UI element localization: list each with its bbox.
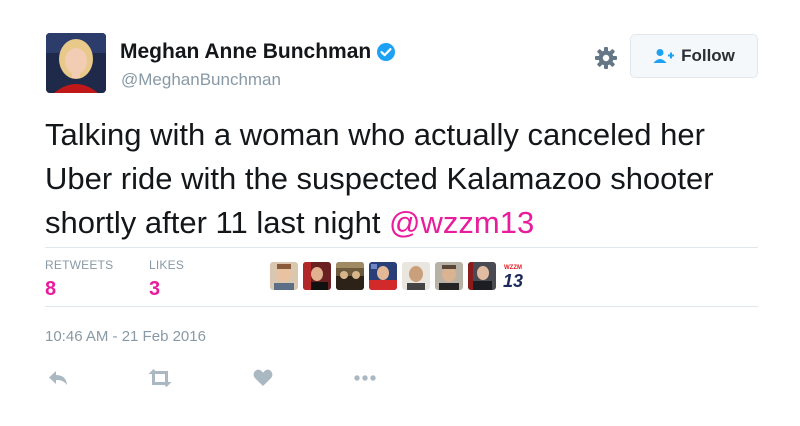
follow-button[interactable]: Follow [630, 34, 758, 78]
avatar[interactable] [46, 33, 106, 93]
retweet-icon [148, 369, 172, 387]
user-name-row: Meghan Anne Bunchman [120, 40, 396, 64]
heart-icon [253, 369, 273, 386]
user-handle[interactable]: @MeghanBunchman [121, 70, 281, 90]
tweet-text: Talking with a woman who actually cancel… [45, 113, 775, 245]
liker-avatar[interactable] [468, 262, 496, 290]
reply-button[interactable] [45, 365, 71, 391]
avatar-image [46, 33, 106, 93]
likes-count: 3 [149, 278, 161, 300]
liker-avatar[interactable] [435, 262, 463, 290]
likes-stat[interactable]: LIKES 3 [149, 258, 184, 301]
liker-avatar[interactable] [369, 262, 397, 290]
stats-bottom-divider [45, 306, 758, 307]
like-button[interactable] [250, 365, 276, 391]
mention-link[interactable]: @wzzm13 [389, 205, 534, 240]
follow-label: Follow [681, 46, 735, 65]
more-icon [354, 375, 376, 381]
logo-text-main: 13 [503, 271, 523, 290]
gear-icon[interactable] [594, 46, 618, 70]
liker-avatar[interactable] [402, 262, 430, 290]
reply-icon [49, 371, 67, 385]
retweets-label: RETWEETS [45, 258, 114, 272]
stats-top-divider [45, 247, 758, 248]
verified-badge-icon [376, 42, 396, 62]
liker-avatar[interactable] [303, 262, 331, 290]
retweets-stat[interactable]: RETWEETS 8 [45, 258, 113, 301]
retweets-count: 8 [45, 278, 57, 300]
liker-avatar[interactable] [336, 262, 364, 290]
more-button[interactable] [352, 365, 378, 391]
retweet-button[interactable] [147, 365, 173, 391]
liker-avatar-wzzm13-logo[interactable]: WZZM 13 [501, 262, 529, 290]
follow-user-icon [653, 49, 675, 63]
tweet-body: Talking with a woman who actually cancel… [45, 117, 714, 240]
liker-avatar[interactable] [270, 262, 298, 290]
wzzm13-logo: WZZM 13 [501, 262, 529, 290]
liker-avatars: WZZM 13 [270, 262, 534, 290]
tweet-timestamp[interactable]: 10:46 AM - 21 Feb 2016 [45, 328, 206, 345]
display-name[interactable]: Meghan Anne Bunchman [120, 40, 371, 64]
likes-label: LIKES [149, 258, 185, 272]
